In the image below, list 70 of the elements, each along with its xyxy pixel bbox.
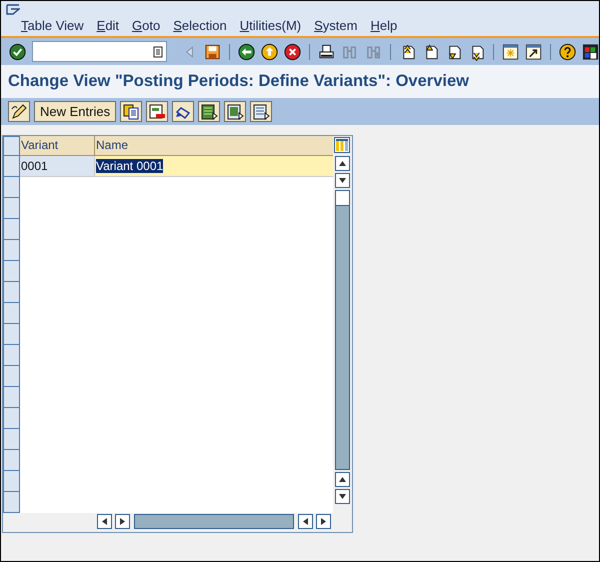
- column-header[interactable]: Variant: [20, 136, 95, 156]
- scrollbar-thumb[interactable]: [336, 191, 348, 206]
- scroll-left-button[interactable]: [97, 514, 112, 529]
- scroll-up-button[interactable]: [334, 156, 350, 171]
- layout-icon[interactable]: [582, 42, 600, 60]
- scroll-up-button[interactable]: [334, 472, 350, 487]
- menu-item[interactable]: System: [314, 18, 358, 34]
- exit-icon[interactable]: [261, 42, 278, 60]
- window-menu-icon[interactable]: [6, 4, 20, 15]
- scroll-right-button[interactable]: [316, 514, 331, 529]
- scrollbar-thumb[interactable]: [134, 514, 294, 529]
- scroll-left-button[interactable]: [298, 514, 313, 529]
- row-selector[interactable]: [3, 324, 20, 345]
- row-selector[interactable]: [3, 198, 20, 219]
- cancel-icon[interactable]: [284, 42, 302, 60]
- select-all-icon[interactable]: [198, 101, 220, 122]
- row-selector[interactable]: [3, 177, 20, 198]
- row-selector[interactable]: [3, 429, 20, 450]
- save-icon[interactable]: [204, 42, 222, 60]
- new-session-icon[interactable]: [502, 42, 519, 60]
- delete-rows-icon[interactable]: [146, 101, 168, 122]
- left-arrow-icon: [101, 518, 108, 525]
- command-field[interactable]: [32, 41, 168, 62]
- down-arrow-icon: [338, 177, 346, 184]
- row-selector[interactable]: [3, 240, 20, 261]
- row-selector[interactable]: [3, 450, 20, 471]
- undo-icon[interactable]: [172, 101, 194, 122]
- menu-item[interactable]: Table View: [21, 18, 84, 34]
- row-selector[interactable]: [3, 219, 20, 240]
- back-icon[interactable]: [238, 42, 256, 60]
- menu-item[interactable]: Selection: [173, 18, 227, 34]
- row-selector[interactable]: [3, 366, 20, 387]
- select-all-cell[interactable]: [3, 136, 20, 156]
- row-selector[interactable]: [3, 261, 20, 282]
- dropdown-list-icon[interactable]: [153, 46, 164, 58]
- row-selector[interactable]: [3, 387, 20, 408]
- row-selector[interactable]: [3, 492, 20, 513]
- pencil-icon[interactable]: [8, 101, 30, 122]
- column-header[interactable]: Name: [95, 136, 333, 156]
- row-selector[interactable]: [3, 303, 20, 324]
- menu-item[interactable]: Edit: [96, 18, 120, 34]
- down-arrow-icon: [338, 493, 346, 500]
- row-selector[interactable]: [3, 156, 20, 177]
- new-entries-button[interactable]: New Entries: [34, 101, 116, 122]
- copy-icon[interactable]: [120, 101, 142, 122]
- printer-icon[interactable]: [318, 42, 336, 60]
- scroll-down-button[interactable]: [334, 173, 350, 188]
- left-arrow-icon: [302, 518, 309, 525]
- help-icon[interactable]: [558, 42, 576, 60]
- select-block-icon[interactable]: [224, 101, 246, 122]
- right-arrow-icon: [320, 518, 327, 525]
- row-selector[interactable]: [3, 471, 20, 492]
- scroll-right-button[interactable]: [115, 514, 130, 529]
- shortcut-icon[interactable]: [524, 42, 542, 60]
- deselect-all-icon[interactable]: [250, 101, 272, 122]
- input-field[interactable]: Variant 0001: [95, 156, 333, 176]
- row-selector[interactable]: [3, 408, 20, 429]
- up-arrow-icon: [338, 160, 346, 167]
- row-selector[interactable]: [3, 345, 20, 366]
- row-selector[interactable]: [3, 282, 20, 303]
- enter-icon[interactable]: [9, 42, 26, 60]
- menu-item[interactable]: Goto: [132, 18, 160, 34]
- menu-item[interactable]: Help: [370, 18, 398, 34]
- column-settings-icon[interactable]: [334, 137, 350, 153]
- right-arrow-icon: [119, 518, 126, 525]
- scroll-down-button[interactable]: [334, 489, 350, 504]
- screen-title: Change View "Posting Periods: Define Variants": Overview: [8, 71, 469, 92]
- up-arrow-icon: [338, 476, 346, 483]
- table-cell: 0001: [20, 156, 95, 176]
- menu-item[interactable]: Utilities(M): [240, 18, 302, 34]
